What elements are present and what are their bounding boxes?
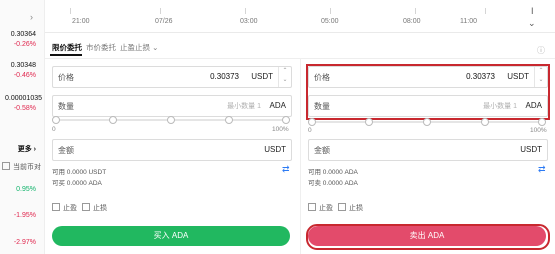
tab-stop-order-label: 止盈止损 — [120, 43, 150, 52]
more-label: 更多 — [17, 146, 32, 153]
chevron-down-icon: ⌄ — [152, 43, 159, 52]
active-tab-indicator — [50, 54, 82, 56]
info-icon[interactable]: ⓘ — [537, 45, 545, 56]
checkbox-icon — [52, 203, 60, 211]
slider-knob[interactable] — [365, 118, 373, 126]
sell-stop-loss-toggle[interactable]: 止损 — [338, 203, 363, 213]
buy-price-label: 价格 — [58, 73, 74, 82]
chevron-right-icon[interactable]: › — [30, 12, 33, 22]
market-list: › 0.30364 -0.26% 0.30348 -0.46% 0.000010… — [0, 0, 45, 254]
slider-knob[interactable] — [282, 116, 290, 124]
buy-button[interactable]: 买入 ADA — [52, 226, 290, 246]
market-price: 0.30364 — [10, 31, 36, 38]
slider-knob[interactable] — [423, 118, 431, 126]
current-pair-label: 当前币对 — [13, 164, 41, 171]
buy-qty-unit: ADA — [269, 101, 286, 110]
highlight-box — [306, 64, 550, 120]
crosshair-cursor-icon: I — [531, 6, 534, 16]
time-tick: 05:00 — [321, 18, 339, 25]
buy-amount-slider[interactable] — [52, 115, 290, 125]
sell-take-profit-toggle[interactable]: 止盈 — [308, 203, 333, 213]
axis-gridline — [70, 8, 71, 14]
sell-amount-unit: USDT — [520, 145, 542, 154]
market-price: 0.00001035 — [5, 95, 42, 102]
slider-max-label: 100% — [272, 126, 289, 133]
more-link[interactable]: 更多 › — [18, 144, 36, 154]
buy-price-value[interactable]: 0.30373 — [210, 72, 239, 81]
buy-amount-field[interactable]: 金额 USDT — [52, 139, 292, 161]
axis-gridline — [415, 8, 416, 14]
time-tick: 11:00 — [460, 18, 477, 25]
buy-take-profit-toggle[interactable]: 止盈 — [52, 203, 77, 213]
axis-gridline — [245, 8, 246, 14]
buy-qty-label: 数量 — [58, 102, 74, 111]
time-tick: 07/26 — [155, 18, 173, 25]
checkbox-icon — [308, 203, 316, 211]
buy-available: 可用 0.0000 USDT — [52, 169, 107, 176]
panel-divider — [300, 58, 301, 254]
market-change: -1.95% — [13, 212, 36, 219]
slider-knob[interactable] — [109, 116, 117, 124]
buy-amount-unit: USDT — [264, 145, 286, 154]
increment-icon[interactable]: ⌃ — [282, 68, 287, 74]
sell-take-profit-label: 止盈 — [319, 205, 333, 212]
slider-knob[interactable] — [538, 118, 546, 126]
sell-stop-loss-label: 止损 — [349, 205, 363, 212]
decrement-icon[interactable]: ⌄ — [282, 77, 287, 83]
market-change: 0.95% — [16, 186, 36, 193]
market-change: -0.46% — [13, 72, 36, 79]
sell-amount-label: 金额 — [314, 146, 330, 155]
axis-gridline — [160, 8, 161, 14]
checkbox-icon — [2, 162, 10, 170]
slider-knob[interactable] — [52, 116, 60, 124]
sell-amount-slider[interactable] — [308, 117, 546, 127]
checkbox-icon — [338, 203, 346, 211]
slider-knob[interactable] — [225, 116, 233, 124]
market-change: -0.58% — [13, 105, 36, 112]
buy-price-unit: USDT — [251, 72, 273, 81]
axis-gridline — [485, 8, 486, 14]
market-change: -0.26% — [13, 41, 36, 48]
sell-amount-field[interactable]: 金额 USDT — [308, 139, 548, 161]
buy-stop-loss-label: 止损 — [93, 205, 107, 212]
buy-quantity-field[interactable]: 数量 最小数量 1 ADA — [52, 95, 292, 117]
time-tick: 21:00 — [72, 18, 90, 25]
slider-knob[interactable] — [481, 118, 489, 126]
buy-take-profit-label: 止盈 — [63, 205, 77, 212]
buy-stop-loss-toggle[interactable]: 止损 — [82, 203, 107, 213]
transfer-icon[interactable]: ⇄ — [538, 164, 546, 175]
price-stepper[interactable]: ⌃ ⌄ — [278, 67, 291, 87]
highlight-box — [306, 224, 550, 250]
tab-stop-order[interactable]: 止盈止损 ⌄ — [120, 42, 158, 53]
tab-market-order[interactable]: 市价委托 — [86, 42, 116, 53]
market-change: -2.97% — [13, 239, 36, 246]
checkbox-icon — [82, 203, 90, 211]
slider-max-label: 100% — [530, 127, 547, 134]
slider-min-label: 0 — [52, 126, 56, 133]
market-price: 0.30348 — [10, 62, 36, 69]
current-pair-toggle[interactable]: 当前币对 — [2, 162, 41, 172]
axis-gridline — [330, 8, 331, 14]
slider-min-label: 0 — [308, 127, 312, 134]
slider-knob[interactable] — [308, 118, 316, 126]
tab-limit-order[interactable]: 限价委托 — [52, 42, 82, 53]
transfer-icon[interactable]: ⇄ — [282, 164, 290, 175]
slider-knob[interactable] — [167, 116, 175, 124]
buy-qty-placeholder: 最小数量 1 — [227, 103, 261, 110]
buy-can-buy: 可买 0.0000 ADA — [52, 180, 102, 187]
sell-can-sell: 可卖 0.0000 ADA — [308, 180, 358, 187]
sell-available: 可用 0.0000 ADA — [308, 169, 358, 176]
chevron-down-icon[interactable]: ⌄ — [528, 18, 536, 29]
time-tick: 03:00 — [240, 18, 258, 25]
chart-time-axis: 21:00 07/26 03:00 05:00 08:00 11:00 I ⌄ — [45, 0, 555, 33]
buy-amount-label: 金额 — [58, 146, 74, 155]
time-tick: 08:00 — [403, 18, 421, 25]
buy-price-field[interactable]: 价格 0.30373 USDT ⌃ ⌄ — [52, 66, 292, 88]
